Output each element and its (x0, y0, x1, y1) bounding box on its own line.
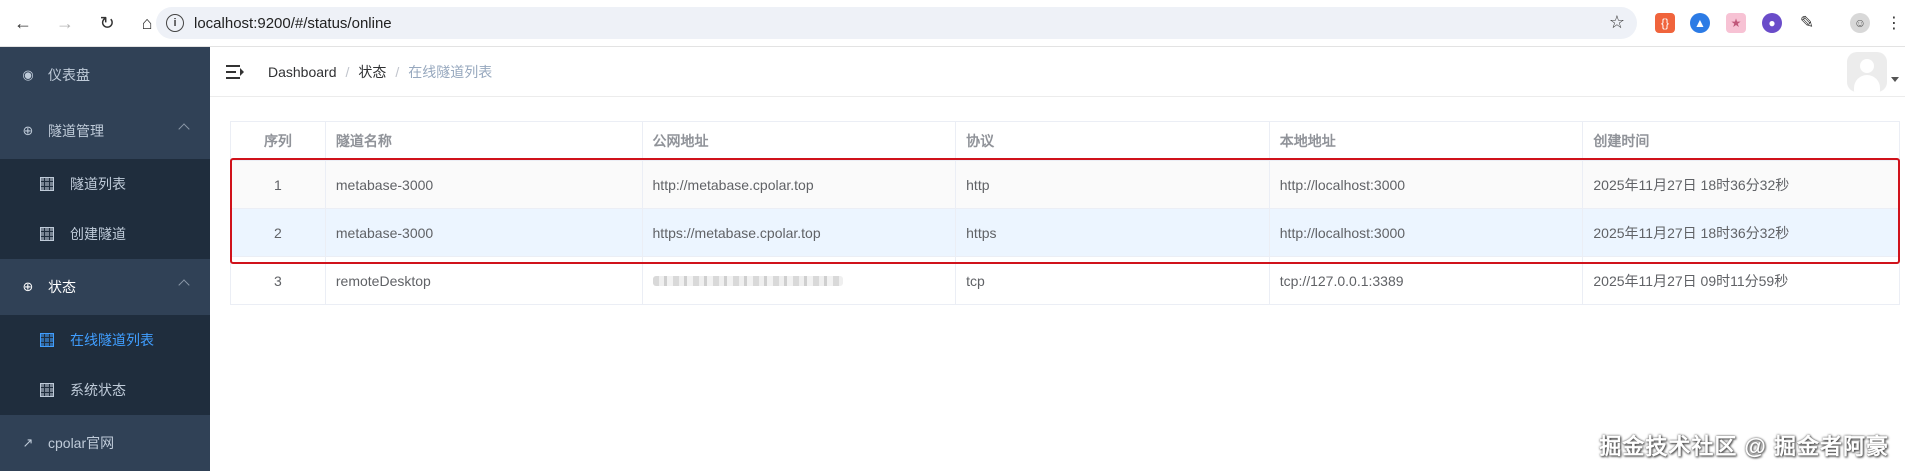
cell-tunnel-name: remoteDesktop (326, 257, 643, 304)
sidebar-item-label: cpolar官网 (48, 435, 115, 451)
sidebar-item-tunnel-list[interactable]: 隧道列表 (0, 159, 210, 209)
chevron-up-icon (178, 123, 190, 135)
sidebar-item-label: 隧道管理 (48, 123, 104, 139)
sidebar-item-label: 系统状态 (70, 382, 126, 398)
profile-icon[interactable]: ☺ (1850, 13, 1870, 33)
header-created-time: 创建时间 (1593, 133, 1650, 149)
sidebar-item-tunnel-management[interactable]: ⊕ 隧道管理 (0, 103, 210, 159)
table-row[interactable]: 1 metabase-3000 http://metabase.cpolar.t… (231, 161, 1899, 209)
ext-pink-icon[interactable]: ★ (1726, 13, 1746, 33)
header-tunnel-name: 隧道名称 (326, 122, 643, 160)
reload-icon[interactable]: ↻ (94, 10, 120, 36)
caret-down-icon[interactable] (1891, 77, 1899, 82)
cell-local-address: http://localhost:3000 (1270, 209, 1584, 256)
cell-tunnel-name: metabase-3000 (326, 161, 643, 208)
table-icon (40, 333, 54, 347)
table-icon (40, 227, 54, 241)
sidebar-item-label: 创建隧道 (70, 226, 126, 242)
sidebar-item-label: 在线隧道列表 (70, 332, 154, 348)
header-index: 序列 (231, 122, 326, 160)
sidebar-item-system-status[interactable]: 系统状态 (0, 365, 210, 415)
sidebar-item-label: 状态 (48, 279, 76, 295)
cell-local-address: http://localhost:3000 (1270, 161, 1584, 208)
dashboard-gauge-icon: ◉ (22, 67, 34, 82)
table-row[interactable]: 3 remoteDesktop tcp tcp://127.0.0.1:3389… (231, 257, 1899, 305)
top-navbar: Dashboard / 状态 / 在线隧道列表 (210, 47, 1905, 97)
sidebar: ◉ 仪表盘 ⊕ 隧道管理 隧道列表 创建隧道 ⊕ 状态 在线隧道列表 系统状态 … (0, 47, 210, 471)
sidebar-item-cpolar-site[interactable]: ↗ cpolar官网 (0, 415, 210, 471)
breadcrumb-dashboard[interactable]: Dashboard (268, 64, 337, 80)
external-link-icon: ↗ (22, 435, 34, 450)
avatar-body (1854, 75, 1880, 92)
table-icon (40, 177, 54, 191)
ext-purple-icon[interactable]: ● (1762, 13, 1782, 33)
cell-protocol: https (956, 209, 1270, 256)
header-protocol: 协议 (956, 122, 1270, 160)
breadcrumb-status[interactable]: 状态 (358, 62, 386, 82)
sidebar-item-create-tunnel[interactable]: 创建隧道 (0, 209, 210, 259)
avatar-head (1860, 59, 1874, 73)
bookmark-star-icon[interactable]: ☆ (1609, 12, 1625, 33)
sidebar-item-label: 仪表盘 (48, 67, 90, 83)
cell-public-url: https://metabase.cpolar.top (643, 209, 957, 256)
back-arrow-icon[interactable]: ← (10, 10, 36, 36)
table-icon (40, 383, 54, 397)
sidebar-item-online-tunnels[interactable]: 在线隧道列表 (0, 315, 210, 365)
online-tunnels-table: 序列 隧道名称 公网地址 协议 本地地址 创建时间 1 metabase-300… (230, 121, 1900, 305)
cell-public-url-redacted (643, 257, 957, 304)
hamburger-menu-icon[interactable] (226, 64, 244, 79)
url-text[interactable]: localhost:9200/#/status/online (194, 15, 392, 32)
breadcrumb-separator: / (395, 63, 400, 80)
sidebar-item-dashboard[interactable]: ◉ 仪表盘 (0, 47, 210, 103)
puzzle-icon[interactable]: ✎ (1797, 13, 1817, 33)
plus-circle-icon: ⊕ (22, 279, 34, 294)
site-info-icon[interactable]: i (166, 14, 184, 32)
table-header-row: 序列 隧道名称 公网地址 协议 本地地址 创建时间 (231, 122, 1899, 161)
chevron-up-icon (178, 279, 190, 291)
cell-created-time: 2025年11月27日 09时11分59秒 (1593, 272, 1789, 289)
browser-toolbar: ← → ↻ ⌂ i localhost:9200/#/status/online… (0, 0, 1905, 47)
plus-circle-icon: ⊕ (22, 123, 34, 138)
cell-created-time: 2025年11月27日 18时36分32秒 (1593, 224, 1790, 241)
cell-public-url: http://metabase.cpolar.top (643, 161, 957, 208)
breadcrumb-current: 在线隧道列表 (408, 63, 493, 80)
watermark: 掘金技术社区 @ 掘金者阿豪 (1599, 434, 1889, 459)
ext-blue-icon[interactable]: ▲ (1690, 13, 1710, 33)
cell-protocol: tcp (956, 257, 1270, 304)
breadcrumb: Dashboard / 状态 / 在线隧道列表 (268, 62, 492, 82)
table-row[interactable]: 2 metabase-3000 https://metabase.cpolar.… (231, 209, 1899, 257)
redacted-blur (652, 275, 843, 286)
sidebar-item-status[interactable]: ⊕ 状态 (0, 259, 210, 315)
cell-tunnel-name: metabase-3000 (326, 209, 643, 256)
ext-orange-icon[interactable]: {} (1655, 13, 1675, 33)
header-local-address: 本地地址 (1270, 122, 1584, 160)
header-public-url: 公网地址 (643, 122, 957, 160)
menu-icon[interactable]: ⋮ (1884, 13, 1904, 33)
cell-created-time: 2025年11月27日 18时36分32秒 (1593, 176, 1790, 193)
sidebar-item-label: 隧道列表 (70, 176, 126, 192)
cell-index: 2 (231, 209, 326, 256)
breadcrumb-separator: / (345, 63, 350, 80)
forward-arrow-icon[interactable]: → (52, 10, 78, 36)
cell-local-address: tcp://127.0.0.1:3389 (1270, 257, 1584, 304)
cell-protocol: http (956, 161, 1270, 208)
cell-index: 1 (231, 161, 326, 208)
cell-index: 3 (231, 257, 326, 304)
avatar[interactable] (1847, 52, 1887, 92)
address-bar[interactable]: i localhost:9200/#/status/online ☆ (156, 7, 1637, 39)
